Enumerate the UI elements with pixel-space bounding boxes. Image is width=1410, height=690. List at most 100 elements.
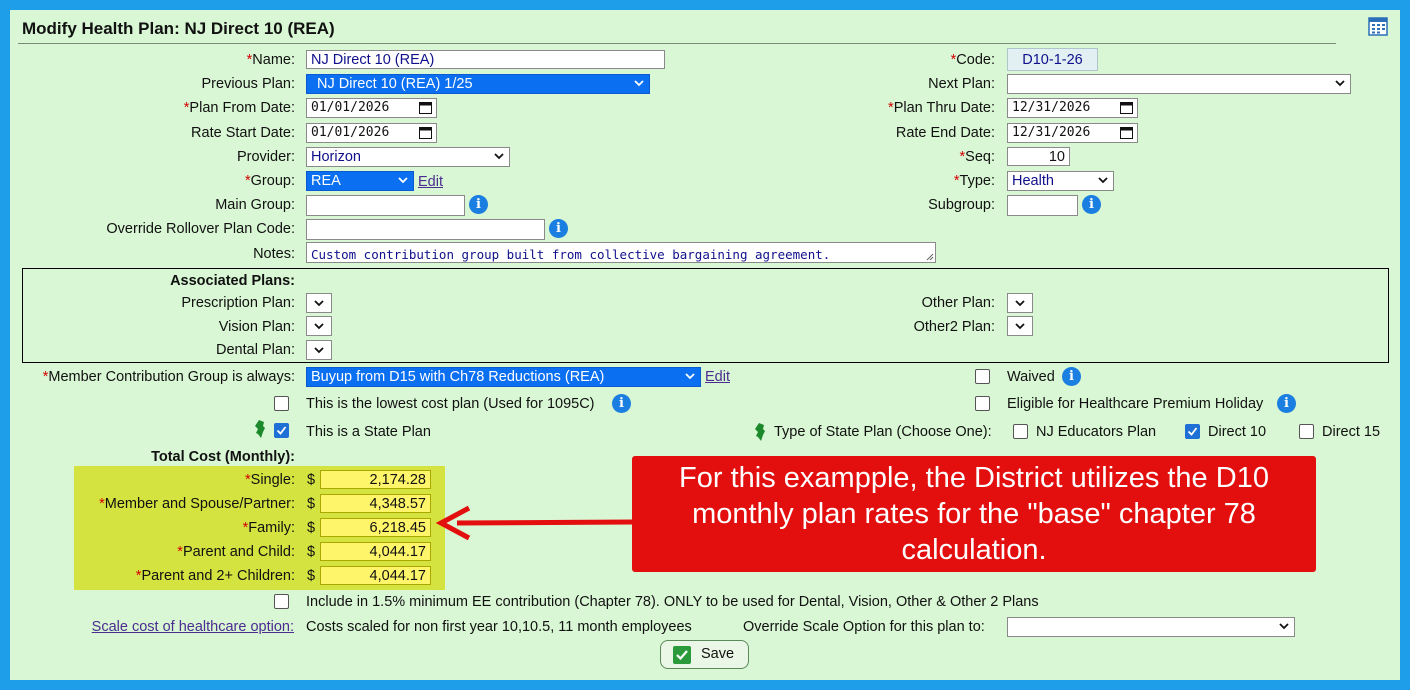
override-scale-select[interactable] <box>1007 617 1295 637</box>
plan-thru-date-input[interactable]: 12/31/2026 <box>1007 98 1138 118</box>
currency-symbol: $ <box>307 568 316 584</box>
vision-plan-select[interactable] <box>306 316 332 336</box>
contribution-edit-link[interactable]: Edit <box>705 369 730 385</box>
direct15-checkbox[interactable] <box>1299 424 1314 439</box>
override-rollover-input[interactable] <box>306 219 545 240</box>
cost-input-member-spouse[interactable]: 4,348.57 <box>320 494 431 513</box>
save-button[interactable]: Save <box>660 640 749 669</box>
callout-arrow-icon <box>435 505 634 541</box>
subgroup-input[interactable] <box>1007 195 1078 216</box>
notes-textarea[interactable]: Custom contribution group built from col… <box>306 242 936 263</box>
waived-label: Waived <box>1007 369 1055 385</box>
chevron-down-icon <box>685 373 695 380</box>
annotation-callout: For this exampple, the District utilizes… <box>632 456 1316 572</box>
date-picker-icon <box>1120 102 1133 114</box>
callout-line: For this exampple, the District utilizes… <box>679 462 1269 494</box>
nj-educators-label: NJ Educators Plan <box>1036 424 1157 440</box>
info-icon[interactable]: i <box>1277 394 1296 413</box>
save-button-label: Save <box>701 646 735 662</box>
rate-end-date-input[interactable]: 12/31/2026 <box>1007 123 1138 143</box>
chevron-down-icon <box>634 80 644 87</box>
date-picker-icon <box>419 102 432 114</box>
previous-plan-label: Previous Plan: <box>201 76 296 92</box>
info-icon[interactable]: i <box>1082 195 1101 214</box>
chevron-down-icon <box>398 177 408 184</box>
other-plan-select[interactable] <box>1007 293 1033 313</box>
cost-label-single: *Single: <box>245 472 295 488</box>
member-contribution-select[interactable]: Buyup from D15 with Ch78 Reductions (REA… <box>306 367 701 387</box>
direct15-label: Direct 15 <box>1322 424 1381 440</box>
currency-symbol: $ <box>307 544 316 560</box>
cost-input-parent-child[interactable]: 4,044.17 <box>320 542 431 561</box>
currency-symbol: $ <box>307 472 316 488</box>
waived-checkbox[interactable] <box>975 369 990 384</box>
calendar-icon[interactable] <box>1368 16 1388 36</box>
new-jersey-icon <box>255 420 265 438</box>
nj-educators-checkbox[interactable] <box>1013 424 1028 439</box>
member-contribution-label: *Member Contribution Group is always: <box>42 369 295 385</box>
dental-plan-select[interactable] <box>306 340 332 360</box>
name-label: *Name: <box>246 52 295 68</box>
info-icon[interactable]: i <box>1062 367 1081 386</box>
chevron-down-icon <box>1015 300 1025 307</box>
override-rollover-label: Override Rollover Plan Code: <box>106 221 295 237</box>
dental-plan-label: Dental Plan: <box>216 342 295 358</box>
provider-label: Provider: <box>236 149 295 165</box>
override-scale-label: Override Scale Option for this plan to: <box>743 619 985 635</box>
cost-label-parent-child: *Parent and Child: <box>177 544 295 560</box>
rate-end-label: Rate End Date: <box>895 125 995 141</box>
scale-cost-link[interactable]: Scale cost of healthcare option: <box>86 619 294 635</box>
currency-symbol: $ <box>307 496 316 512</box>
modify-plan-panel: Modify Health Plan: NJ Direct 10 (REA) *… <box>10 10 1400 680</box>
currency-symbol: $ <box>307 520 316 536</box>
callout-line: calculation. <box>901 534 1047 566</box>
checkmark-icon <box>673 646 691 664</box>
state-plan-label: This is a State Plan <box>306 424 431 440</box>
name-input[interactable]: NJ Direct 10 (REA) <box>306 50 665 69</box>
plan-from-date-input[interactable]: 01/01/2026 <box>306 98 437 118</box>
chevron-down-icon <box>314 347 324 354</box>
premium-holiday-label: Eligible for Healthcare Premium Holiday <box>1007 396 1264 412</box>
group-select[interactable]: REA <box>306 171 414 191</box>
title-divider <box>18 43 1336 44</box>
main-group-label: Main Group: <box>215 197 295 213</box>
other2-plan-select[interactable] <box>1007 316 1033 336</box>
other-plan-label: Other Plan: <box>921 295 995 311</box>
prescription-plan-select[interactable] <box>306 293 332 313</box>
seq-input[interactable]: 10 <box>1007 147 1070 166</box>
code-label: *Code: <box>950 52 995 68</box>
state-plan-type-label: Type of State Plan (Choose One): <box>774 424 992 440</box>
info-icon[interactable]: i <box>469 195 488 214</box>
cost-input-single[interactable]: 2,174.28 <box>320 470 431 489</box>
type-select[interactable]: Health <box>1007 171 1114 191</box>
group-edit-link[interactable]: Edit <box>418 174 443 190</box>
new-jersey-icon <box>755 423 765 441</box>
state-plan-checkbox[interactable] <box>274 423 289 438</box>
next-plan-label: Next Plan: <box>928 76 995 92</box>
callout-line: monthly plan rates for the "base" chapte… <box>692 498 1256 530</box>
cost-label-parent-2-children: *Parent and 2+ Children: <box>135 568 295 584</box>
chevron-down-icon <box>1335 80 1345 87</box>
info-icon[interactable]: i <box>549 219 568 238</box>
associated-plans-heading: Associated Plans: <box>170 273 295 289</box>
previous-plan-select[interactable]: NJ Direct 10 (REA) 1/25 <box>306 74 650 94</box>
other2-plan-label: Other2 Plan: <box>913 319 995 335</box>
cost-input-parent-2-children[interactable]: 4,044.17 <box>320 566 431 585</box>
cost-input-family[interactable]: 6,218.45 <box>320 518 431 537</box>
cost-label-member-spouse: *Member and Spouse/Partner: <box>99 496 295 512</box>
resize-handle-icon[interactable] <box>924 251 934 261</box>
chevron-down-icon <box>314 323 324 330</box>
include-minimum-checkbox[interactable] <box>274 594 289 609</box>
lowest-cost-checkbox[interactable] <box>274 396 289 411</box>
premium-holiday-checkbox[interactable] <box>975 396 990 411</box>
total-cost-heading: Total Cost (Monthly): <box>151 449 295 465</box>
info-icon[interactable]: i <box>612 394 631 413</box>
rate-start-date-input[interactable]: 01/01/2026 <box>306 123 437 143</box>
next-plan-select[interactable] <box>1007 74 1351 94</box>
include-minimum-label: Include in 1.5% minimum EE contribution … <box>306 594 1039 610</box>
provider-select[interactable]: Horizon <box>306 147 510 167</box>
plan-from-label: *Plan From Date: <box>183 100 295 116</box>
main-group-input[interactable] <box>306 195 465 216</box>
seq-label: *Seq: <box>959 149 996 165</box>
direct10-checkbox[interactable] <box>1185 424 1200 439</box>
